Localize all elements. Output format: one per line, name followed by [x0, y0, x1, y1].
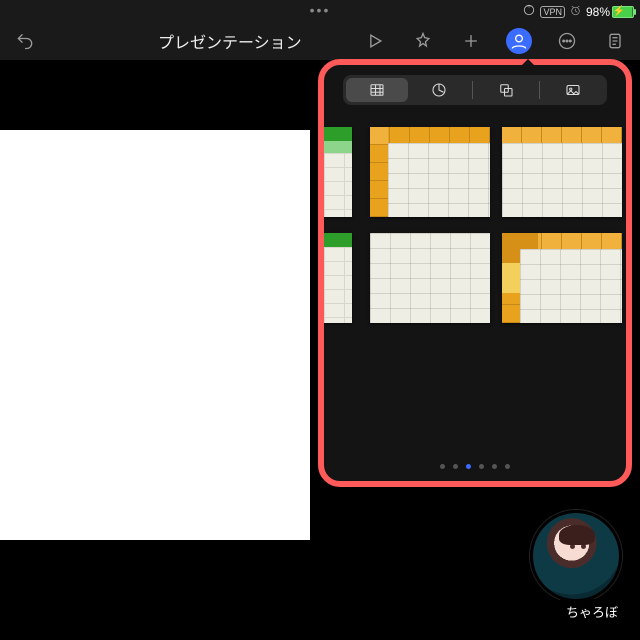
animate-button[interactable] — [410, 28, 436, 54]
table-style-option[interactable] — [370, 127, 490, 217]
alarm-icon — [569, 4, 582, 20]
battery-percent: 98% — [586, 5, 610, 19]
tab-tables[interactable] — [346, 78, 408, 102]
popover-arrow — [520, 59, 536, 67]
popover-tabs — [343, 75, 607, 105]
add-button[interactable] — [458, 28, 484, 54]
vpn-badge: VPN — [540, 6, 565, 18]
document-title[interactable]: プレゼンテーション — [158, 29, 302, 53]
toolbar: プレゼンテーション — [0, 22, 640, 60]
battery-icon: ⚡ — [612, 6, 634, 18]
multitask-dots[interactable]: ••• — [310, 2, 331, 18]
play-button[interactable] — [362, 28, 388, 54]
table-style-option[interactable] — [324, 127, 352, 217]
document-settings-button[interactable] — [602, 28, 628, 54]
orientation-lock-icon — [522, 3, 536, 20]
tab-divider — [472, 81, 473, 99]
table-style-option[interactable] — [324, 233, 352, 323]
tab-shapes[interactable] — [475, 78, 537, 102]
collaborate-button[interactable] — [506, 28, 532, 54]
tab-charts[interactable] — [408, 78, 470, 102]
battery-status: 98% ⚡ — [586, 5, 634, 19]
author-avatar[interactable] — [530, 510, 622, 602]
tab-divider — [539, 81, 540, 99]
table-style-option[interactable] — [502, 233, 622, 323]
table-style-option[interactable] — [502, 127, 622, 217]
page-indicator[interactable] — [440, 464, 510, 469]
author-name: ちゃろぼ — [554, 599, 630, 624]
insert-popover — [318, 59, 632, 487]
more-button[interactable] — [554, 28, 580, 54]
table-style-option[interactable] — [370, 233, 490, 323]
slide-canvas[interactable] — [0, 130, 310, 540]
status-bar: VPN 98% ⚡ — [522, 3, 634, 20]
undo-button[interactable] — [12, 28, 38, 54]
tab-media[interactable] — [542, 78, 604, 102]
table-styles-grid — [324, 113, 626, 445]
